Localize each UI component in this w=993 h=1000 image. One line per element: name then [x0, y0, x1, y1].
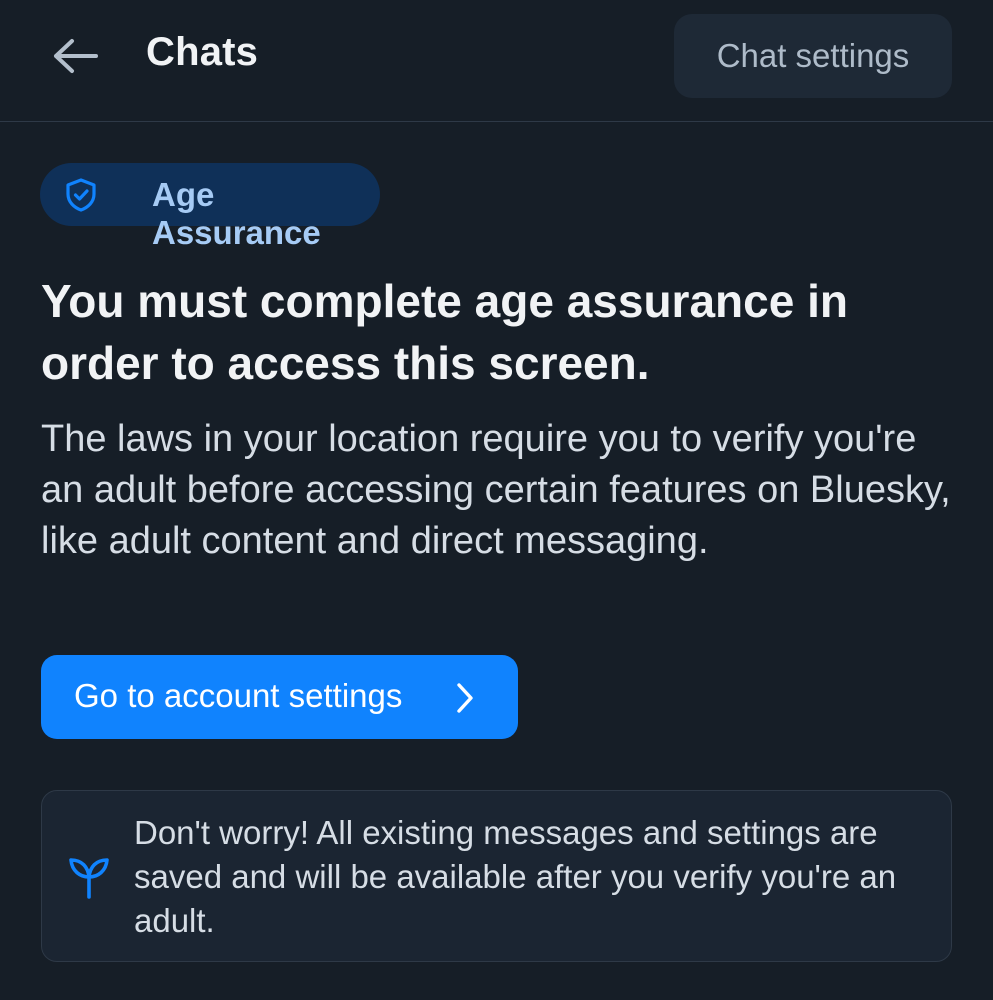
chevron-right-icon [457, 683, 473, 713]
chat-settings-button[interactable]: Chat settings [674, 14, 952, 98]
age-assurance-badge: Age Assurance [40, 163, 380, 251]
back-button[interactable] [40, 22, 112, 90]
button-label: Go to account settings [74, 677, 403, 714]
main-heading: You must complete age assurance in order… [41, 275, 848, 389]
badge-label: Age Assurance [152, 176, 321, 251]
age-assurance-screen: Chats Chat settings Age Assurance You mu… [0, 0, 993, 1000]
shield-check-icon [66, 178, 96, 212]
description-text: The laws in your location require you to… [41, 418, 951, 562]
go-to-account-settings-button[interactable]: Go to account settings [41, 655, 518, 739]
arrow-left-icon [54, 39, 98, 73]
page-title: Chats [146, 30, 259, 74]
sprout-icon [69, 858, 109, 899]
header-bar: Chats Chat settings [0, 0, 993, 122]
info-card: Don't worry! All existing messages and s… [41, 790, 952, 962]
info-text: Don't worry! All existing messages and s… [134, 814, 897, 939]
